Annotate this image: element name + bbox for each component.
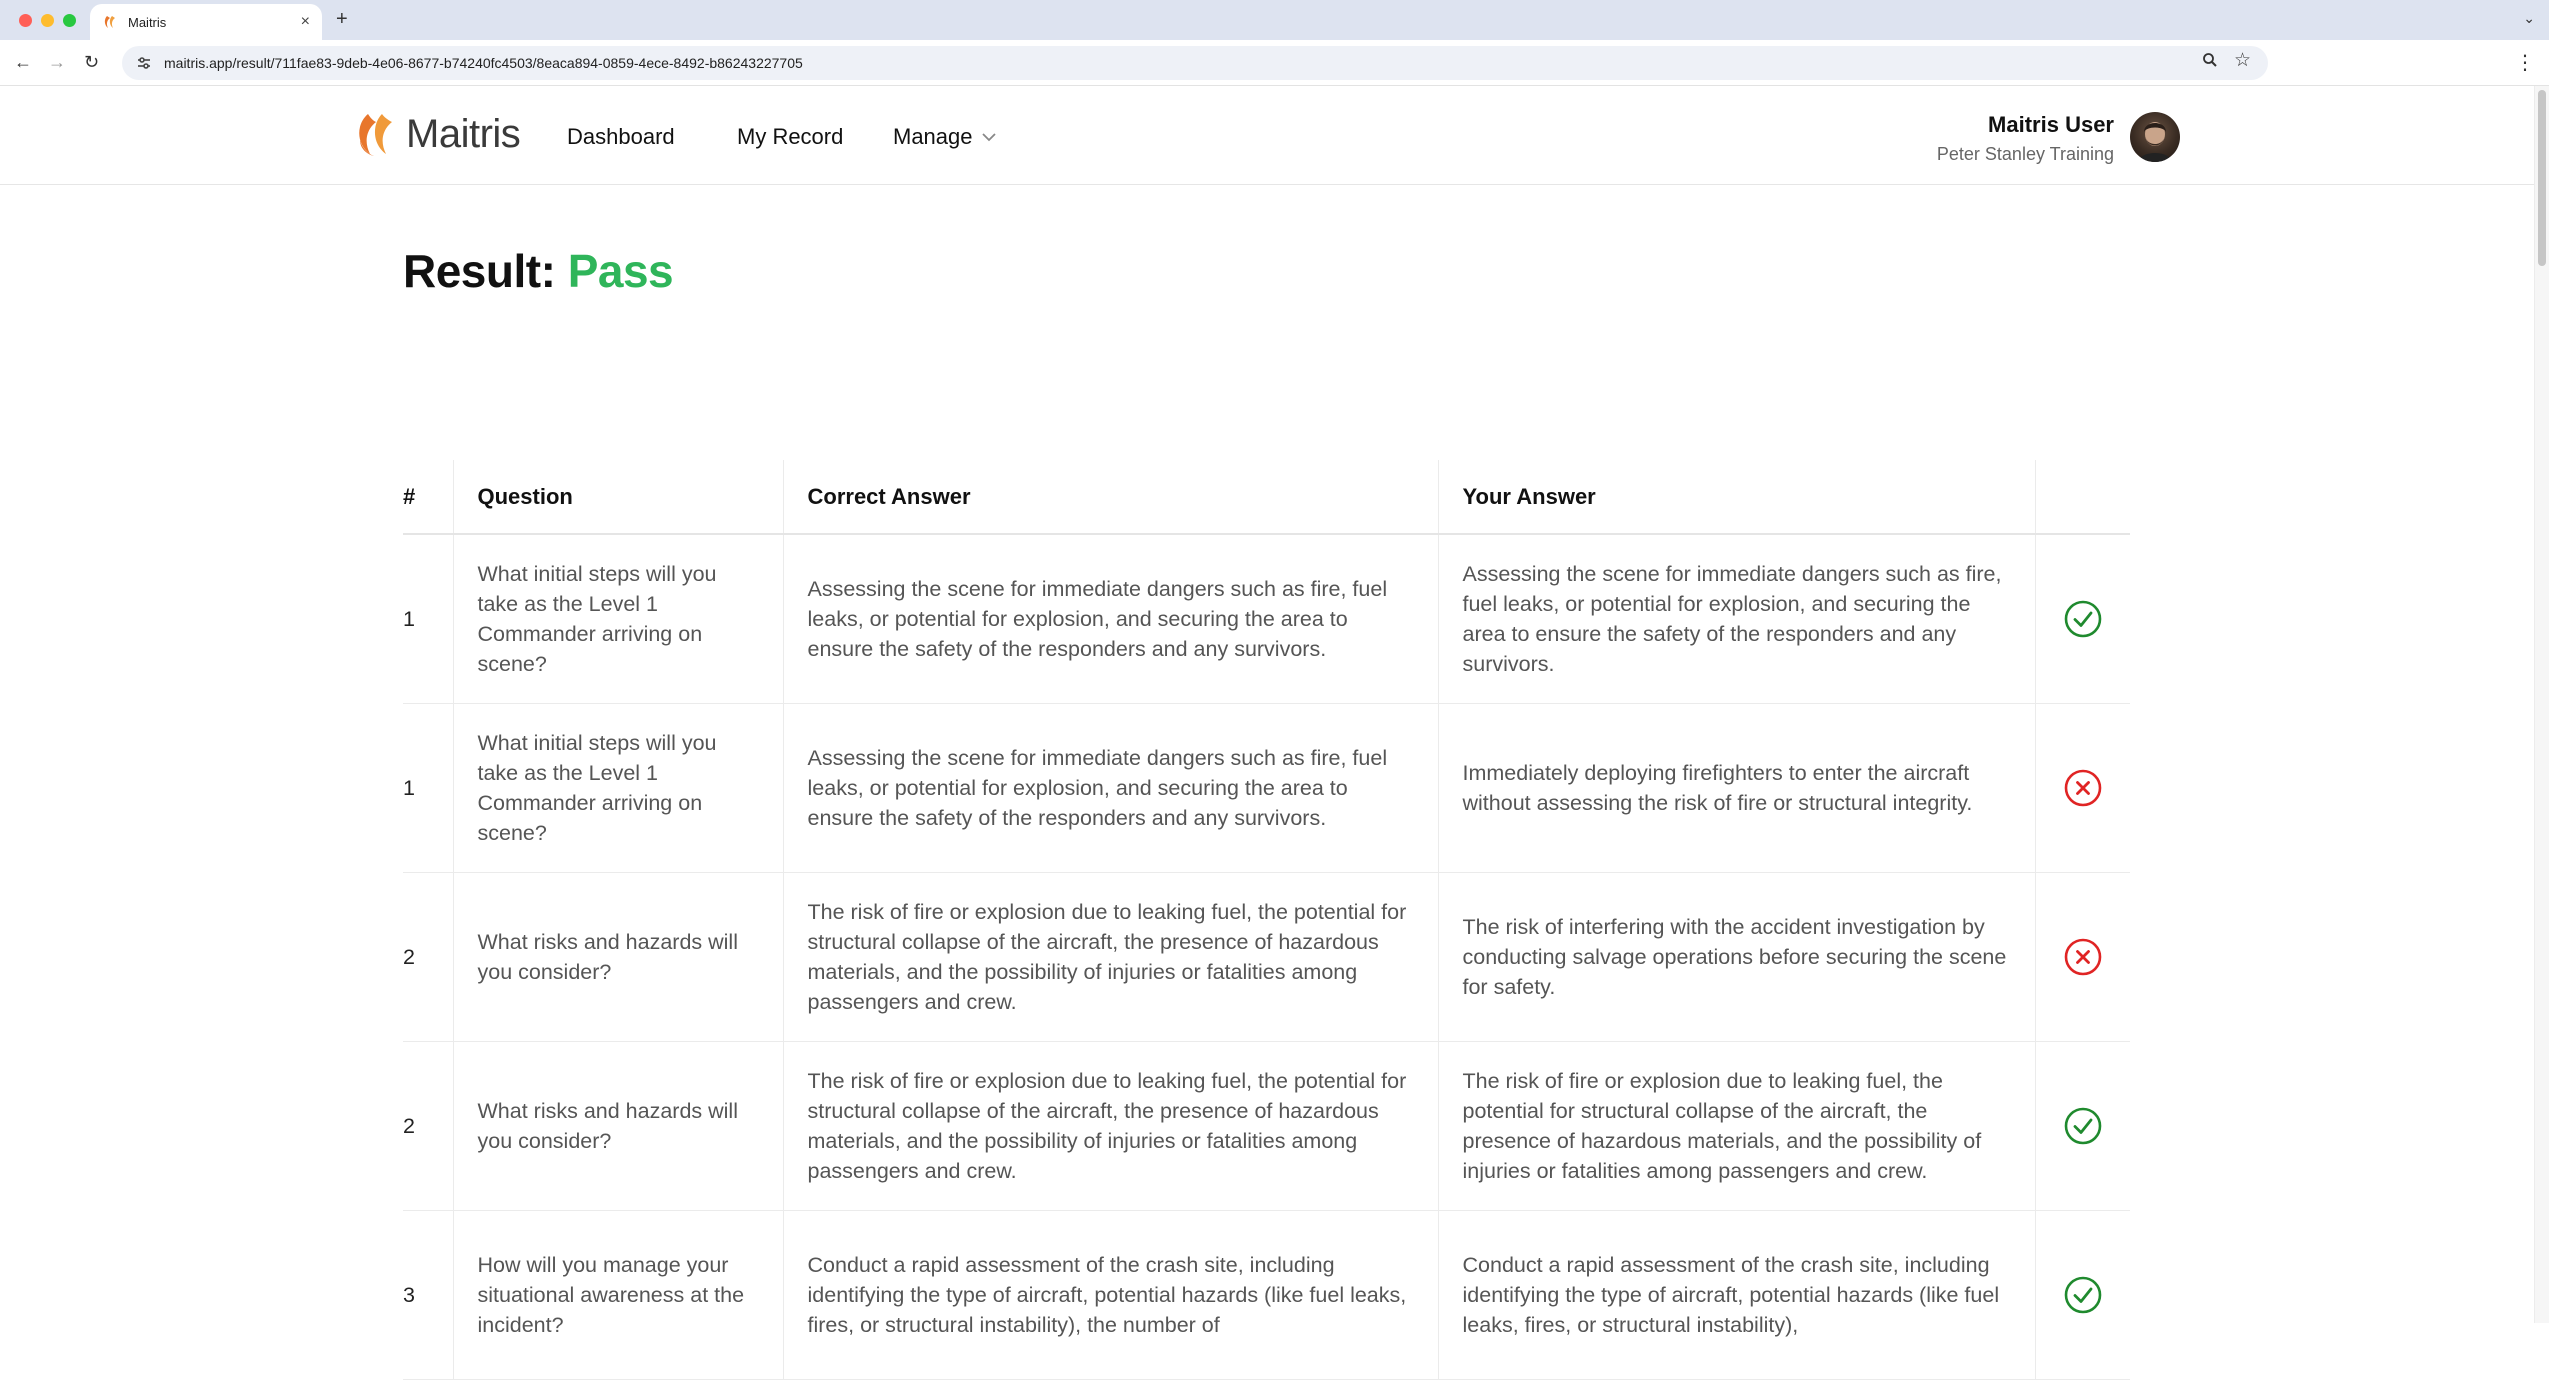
table-header-row: # Question Correct Answer Your Answer — [403, 460, 2130, 535]
nav-my-record[interactable]: My Record — [737, 124, 843, 150]
avatar[interactable] — [2130, 112, 2180, 162]
nav-manage-dropdown[interactable]: Manage — [893, 124, 997, 150]
header-question: Question — [453, 460, 784, 535]
chevron-down-icon — [981, 133, 996, 142]
x-circle-icon — [2064, 769, 2102, 806]
row-number: 2 — [403, 1041, 454, 1211]
window-close-button[interactable] — [19, 14, 32, 27]
nav-dashboard[interactable]: Dashboard — [567, 124, 675, 150]
row-correct-answer: Conduct a rapid assessment of the crash … — [783, 1210, 1439, 1380]
row-status — [2035, 1041, 2130, 1211]
tab-title: Maitris — [128, 14, 167, 30]
check-circle-icon — [2064, 1276, 2102, 1313]
row-question: What initial steps will you take as the … — [453, 534, 784, 704]
back-arrow-icon[interactable]: ← — [14, 52, 32, 73]
row-your-answer: Immediately deploying firefighters to en… — [1438, 703, 2036, 873]
header-correct-answer: Correct Answer — [783, 460, 1439, 535]
tab-close-icon[interactable]: × — [301, 13, 310, 31]
row-number: 3 — [403, 1210, 454, 1380]
row-your-answer: Assessing the scene for immediate danger… — [1438, 534, 2036, 704]
result-label: Result: — [403, 245, 556, 297]
row-question: What initial steps will you take as the … — [453, 703, 784, 873]
row-question: What risks and hazards will you consider… — [453, 1041, 784, 1211]
row-your-answer: The risk of fire or explosion due to lea… — [1438, 1041, 2036, 1211]
row-status — [2035, 703, 2130, 873]
row-status — [2035, 534, 2130, 704]
row-status — [2035, 872, 2130, 1042]
nav-manage-label: Manage — [893, 124, 973, 149]
logo-text: Maitris — [406, 111, 521, 156]
row-number: 1 — [403, 703, 454, 873]
page-title: Result: Pass — [403, 244, 674, 298]
results-table: # Question Correct Answer Your Answer 1 … — [403, 460, 2130, 1380]
row-number: 2 — [403, 872, 454, 1042]
x-circle-icon — [2064, 938, 2102, 975]
table-row: 1 What initial steps will you take as th… — [403, 703, 2130, 873]
url-text: maitris.app/result/711fae83-9deb-4e06-86… — [164, 55, 803, 71]
browser-toolbar: ← → ↻ maitris.app/result/711fae83-9deb-4… — [0, 40, 2549, 86]
window-maximize-button[interactable] — [63, 14, 76, 27]
forward-arrow-icon[interactable]: → — [48, 52, 66, 73]
site-settings-icon[interactable] — [136, 55, 152, 71]
row-question: What risks and hazards will you consider… — [453, 872, 784, 1042]
zoom-icon[interactable] — [2202, 52, 2218, 68]
row-correct-answer: The risk of fire or explosion due to lea… — [783, 1041, 1439, 1211]
address-bar[interactable]: maitris.app/result/711fae83-9deb-4e06-86… — [122, 46, 2268, 80]
maitris-flame-icon — [359, 114, 392, 156]
user-photo-icon — [2138, 122, 2172, 162]
tab-search-icon[interactable]: ⌄ — [2523, 10, 2535, 27]
app-header: Maitris Dashboard My Record Manage Maitr… — [0, 86, 2534, 185]
result-value: Pass — [567, 245, 674, 297]
row-correct-answer: The risk of fire or explosion due to lea… — [783, 872, 1439, 1042]
row-your-answer: The risk of interfering with the acciden… — [1438, 872, 2036, 1042]
header-status — [2035, 460, 2130, 535]
browser-tab-bar: Maitris × + ⌄ — [0, 0, 2549, 40]
table-row: 3 How will you manage your situational a… — [403, 1210, 2130, 1380]
table-row: 2 What risks and hazards will you consid… — [403, 872, 2130, 1042]
window-minimize-button[interactable] — [41, 14, 54, 27]
row-question: How will you manage your situational awa… — [453, 1210, 784, 1380]
row-correct-answer: Assessing the scene for immediate danger… — [783, 703, 1439, 873]
row-status — [2035, 1210, 2130, 1380]
maitris-favicon-icon — [104, 16, 115, 28]
reload-icon[interactable]: ↻ — [84, 52, 99, 73]
browser-menu-icon[interactable]: ⋮ — [2515, 50, 2535, 75]
row-your-answer: Conduct a rapid assessment of the crash … — [1438, 1210, 2036, 1380]
check-circle-icon — [2064, 1107, 2102, 1144]
row-correct-answer: Assessing the scene for immediate danger… — [783, 534, 1439, 704]
user-name: Maitris User — [1988, 112, 2114, 137]
check-circle-icon — [2064, 600, 2102, 638]
bookmark-star-icon[interactable]: ☆ — [2234, 49, 2251, 72]
user-organization: Peter Stanley Training — [1936, 144, 2114, 164]
new-tab-button[interactable]: + — [336, 8, 348, 31]
header-your-answer: Your Answer — [1438, 460, 2036, 535]
scrollbar-thumb[interactable] — [2538, 90, 2546, 266]
table-row: 2 What risks and hazards will you consid… — [403, 1041, 2130, 1211]
row-number: 1 — [403, 534, 454, 704]
maitris-logo[interactable]: Maitris — [352, 110, 521, 158]
page-scrollbar[interactable] — [2534, 86, 2549, 1323]
header-number: # — [403, 460, 454, 535]
browser-tab[interactable]: Maitris × — [90, 4, 322, 40]
table-row: 1 What initial steps will you take as th… — [403, 534, 2130, 704]
user-info[interactable]: Maitris User Peter Stanley Training — [1937, 112, 2114, 165]
